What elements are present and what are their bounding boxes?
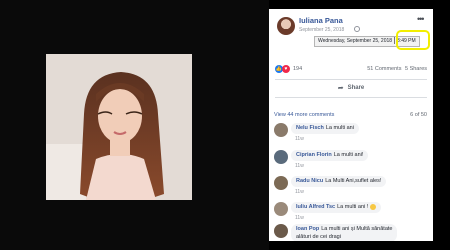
tooltip-separator xyxy=(394,37,396,45)
post-date[interactable]: September 25, 2018 xyxy=(299,27,344,33)
author-avatar[interactable] xyxy=(277,17,295,35)
comment-text: La multi ani! xyxy=(333,152,364,158)
share-label: Share xyxy=(347,85,365,91)
smile-emoji-icon xyxy=(370,203,377,210)
engagement-counts: 51 Comments 5 Shares xyxy=(367,66,427,72)
comment-text-continued: alături de cei dragi xyxy=(296,234,341,240)
commenter-name[interactable]: Ciprian Florin xyxy=(296,152,332,158)
view-more-comments-link[interactable]: View 44 more comments xyxy=(274,112,334,118)
photo-viewer xyxy=(0,0,269,250)
share-icon: ➦ xyxy=(337,85,344,92)
post-panel: Iuliana Pana September 25, 2018 ••• Wedn… xyxy=(269,9,433,241)
comment-bubble: Iuliu Alfred Tsc La multi ani ! xyxy=(291,202,382,213)
comment-text: La Multi Ani,suflet ales! xyxy=(325,178,382,184)
comment-bubble: Ioan Pop La multi ani și Multă sănătate a… xyxy=(291,224,398,241)
commenter-avatar[interactable] xyxy=(274,176,288,190)
divider xyxy=(275,79,427,80)
commenter-avatar[interactable] xyxy=(274,150,288,164)
comments-count[interactable]: 51 Comments xyxy=(367,66,401,72)
commenter-avatar[interactable] xyxy=(274,224,288,238)
post-header: Iuliana Pana September 25, 2018 ••• Wedn… xyxy=(269,9,433,59)
comment-bubble: Nelu Fisch La multi ani xyxy=(291,123,359,134)
tooltip-date: Wednesday, September 25, 2018 xyxy=(318,38,393,44)
commenter-name[interactable]: Iuliu Alfred Tsc xyxy=(296,204,335,210)
globe-icon xyxy=(354,26,360,32)
comment-time[interactable]: 11w xyxy=(295,215,304,221)
reaction-count: 194 xyxy=(293,66,303,72)
time-highlight-annotation xyxy=(396,30,430,50)
commenter-name[interactable]: Radu Nicu xyxy=(296,178,323,184)
comment-page-count: 6 of 50 xyxy=(410,112,427,118)
comment-text: La multi ani xyxy=(325,125,354,131)
shares-count[interactable]: 5 Shares xyxy=(405,66,427,72)
share-button[interactable]: ➦ Share xyxy=(269,81,433,95)
love-icon: ♥ xyxy=(282,65,290,73)
comment-time[interactable]: 11w xyxy=(295,189,304,195)
commenter-name[interactable]: Nelu Fisch xyxy=(296,125,324,131)
post-photo[interactable] xyxy=(46,54,192,200)
more-options-icon[interactable]: ••• xyxy=(417,14,425,24)
comment-time[interactable]: 11w xyxy=(295,136,304,142)
comment-bubble: Radu Nicu La Multi Ani,suflet ales! xyxy=(291,176,387,187)
comment-text: La multi ani ! xyxy=(337,204,369,210)
divider xyxy=(275,97,427,98)
commenter-avatar[interactable] xyxy=(274,123,288,137)
comment-time[interactable]: 11w xyxy=(295,163,304,169)
reactions-summary[interactable]: 👍 ♥ 194 xyxy=(275,64,302,74)
commenter-avatar[interactable] xyxy=(274,202,288,216)
comment-text: La multi ani și Multă sănătate xyxy=(321,226,393,232)
right-margin xyxy=(433,0,450,250)
commenter-name[interactable]: Ioan Pop xyxy=(296,226,319,232)
comment-bubble: Ciprian Florin La multi ani! xyxy=(291,150,369,161)
author-name[interactable]: Iuliana Pana xyxy=(299,16,343,25)
